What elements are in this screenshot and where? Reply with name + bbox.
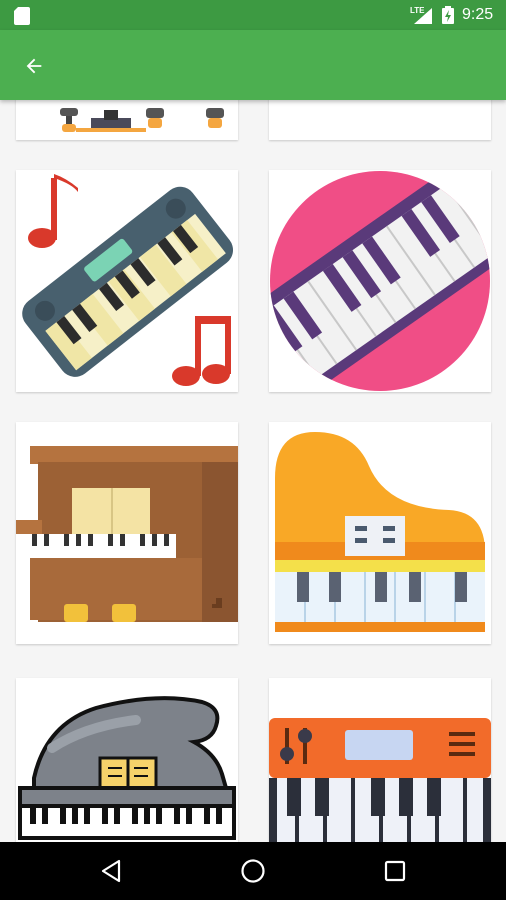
recents-square-icon [384, 860, 406, 882]
navigation-bar [0, 842, 506, 900]
grid-item-keyboard-notes[interactable] [16, 170, 238, 392]
back-button[interactable] [14, 46, 54, 86]
grid-item-gray-grand-piano[interactable] [16, 678, 238, 842]
arrow-back-icon [26, 58, 42, 74]
piano-circle-image [270, 171, 490, 391]
grid-item-piano-stand[interactable] [16, 100, 238, 140]
grid-item-synthesizer[interactable] [269, 678, 491, 842]
screen: LTE 9:25 [0, 0, 506, 900]
clock-time: 9:25 [462, 6, 494, 23]
keyboard-notes-image [22, 174, 234, 386]
nav-back-button[interactable] [96, 856, 126, 886]
home-circle-icon [241, 859, 265, 883]
nav-home-button[interactable] [238, 856, 268, 886]
signal-icon [414, 8, 432, 24]
back-triangle-icon [101, 859, 121, 883]
synthesizer-image [269, 718, 491, 842]
upright-piano-image [16, 446, 238, 622]
grand-piano-image [275, 432, 485, 632]
grid-item-upright-piano[interactable] [16, 422, 238, 644]
grid-item-grand-piano[interactable] [269, 422, 491, 644]
grid-item-piano-circle[interactable] [269, 170, 491, 392]
image-grid [0, 100, 506, 842]
piano-stand-image [60, 108, 224, 132]
nav-recents-button[interactable] [380, 856, 410, 886]
gray-grand-piano-image [18, 696, 236, 840]
grid-item-blank[interactable] [269, 100, 491, 140]
sd-card-icon [14, 7, 30, 25]
battery-icon [442, 6, 454, 24]
status-bar: LTE 9:25 [0, 0, 506, 30]
app-bar [0, 30, 506, 100]
